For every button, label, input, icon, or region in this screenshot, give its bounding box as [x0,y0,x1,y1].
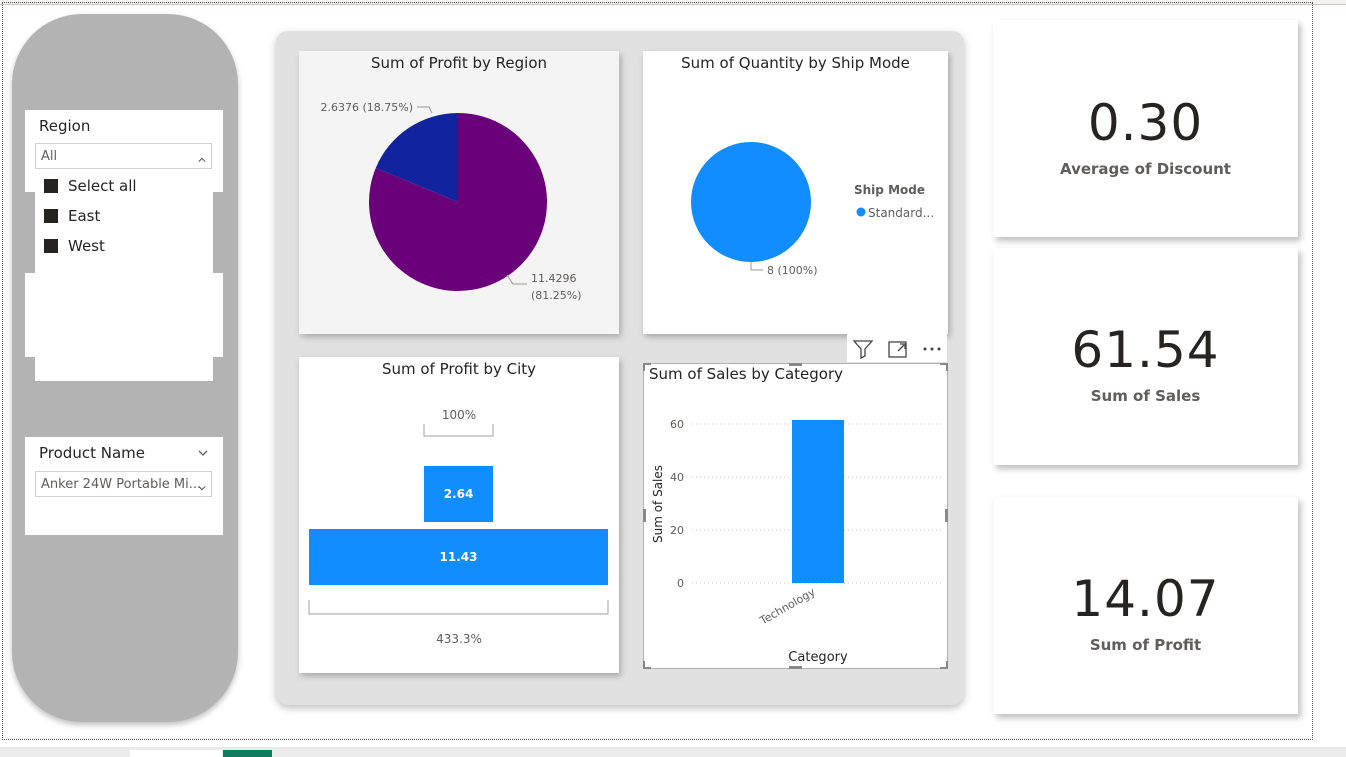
chevron-up-icon [198,157,206,162]
x-tick-label: Technology [757,585,818,628]
funnel-chart-svg: 100% 2.64 11.43 433.3% [308,408,609,646]
legend-item[interactable]: Standard... [868,206,934,220]
sales-by-category-bar[interactable]: Sum of Sales by Category 0 20 40 60 Technolo… [643,363,948,669]
pie-chart-svg: 8 (100%) Ship Mode Standard... [691,142,934,277]
funnel-bar-label: 2.64 [444,487,474,501]
filter-icon[interactable] [852,339,874,359]
profit-by-city-funnel[interactable]: Sum of Profit by City 100% 2.64 11.43 433… [299,357,619,673]
list-item-label: West [68,237,105,255]
page-tab-active[interactable] [223,750,272,757]
bar-chart-svg: 0 20 40 60 Technology Sum of Sales Category [651,418,941,665]
product-dropdown-value: Anker 24W Portable Mi... [41,476,202,492]
list-item-label: Select all [68,177,137,195]
right-pane-edge [1313,5,1346,750]
bracket-line [308,600,609,615]
pie-chart-svg: 2.6376 (18.75%) 11.4296 (81.25%) [320,101,582,302]
region-slicer-title: Region [39,117,91,135]
y-tick-label: 0 [677,577,684,590]
more-options-icon[interactable] [921,339,943,359]
legend-marker [856,207,866,217]
card-label: Sum of Profit [1089,636,1202,654]
list-item-select-all[interactable]: Select all [44,171,137,201]
quantity-by-shipmode-pie[interactable]: Sum of Quantity by Ship Mode 8 (100%) Sh… [643,51,948,334]
kpi-card-sum-sales[interactable]: 61.54 Sum of Sales [993,248,1298,465]
card-label: Sum of Sales [1090,387,1201,405]
chevron-down-icon[interactable] [197,448,209,458]
checkbox[interactable] [44,209,58,223]
leader-line [506,274,527,285]
product-slicer: Product Name Anker 24W Portable Mi... [25,437,223,535]
leader-line [417,106,433,114]
card-value: 61.54 [1071,321,1220,379]
percent-label: 433.3% [436,632,482,646]
card-value: 0.30 [1087,94,1204,152]
slicer-edge [25,273,35,357]
y-tick-label: 40 [670,471,684,484]
list-item-label: East [68,207,101,225]
funnel-bar-label: 11.43 [440,550,478,564]
legend-title: Ship Mode [854,183,925,197]
kpi-card-sum-profit[interactable]: 14.07 Sum of Profit [993,497,1298,714]
percent-label: 100% [442,408,476,422]
y-tick-label: 20 [670,524,684,537]
x-axis-title: Category [788,650,848,665]
slicer-edge [213,273,223,357]
y-axis-title: Sum of Sales [651,465,665,543]
data-label: (81.25%) [531,289,582,302]
card-value: 14.07 [1071,570,1220,628]
focus-mode-icon[interactable] [887,339,909,359]
region-dropdown-list: Select all East West [35,170,213,381]
bracket-line [423,424,494,437]
product-slicer-title: Product Name [39,444,145,462]
kpi-card-average-discount[interactable]: 0.30 Average of Discount [993,20,1298,237]
card-label: Average of Discount [1060,160,1231,178]
data-label: 11.4296 [531,272,577,285]
checkbox[interactable] [44,179,58,193]
pie-slice-standard[interactable] [691,142,811,262]
visual-header [847,334,947,362]
data-label: 2.6376 (18.75%) [320,101,413,114]
leader-line [750,262,763,271]
chevron-down-icon [198,486,206,491]
data-label: 8 (100%) [767,264,818,277]
region-dropdown[interactable]: All [35,143,212,169]
page-tab[interactable] [130,750,222,757]
bar-technology[interactable] [792,419,844,583]
list-item-east[interactable]: East [44,201,100,231]
list-item-west[interactable]: West [44,231,105,261]
region-dropdown-value: All [41,148,58,164]
profit-by-region-pie[interactable]: Sum of Profit by Region 2.6376 (18.75%) … [299,51,619,334]
checkbox[interactable] [44,239,58,253]
y-tick-label: 60 [670,418,684,431]
product-dropdown[interactable]: Anker 24W Portable Mi... [35,471,212,497]
